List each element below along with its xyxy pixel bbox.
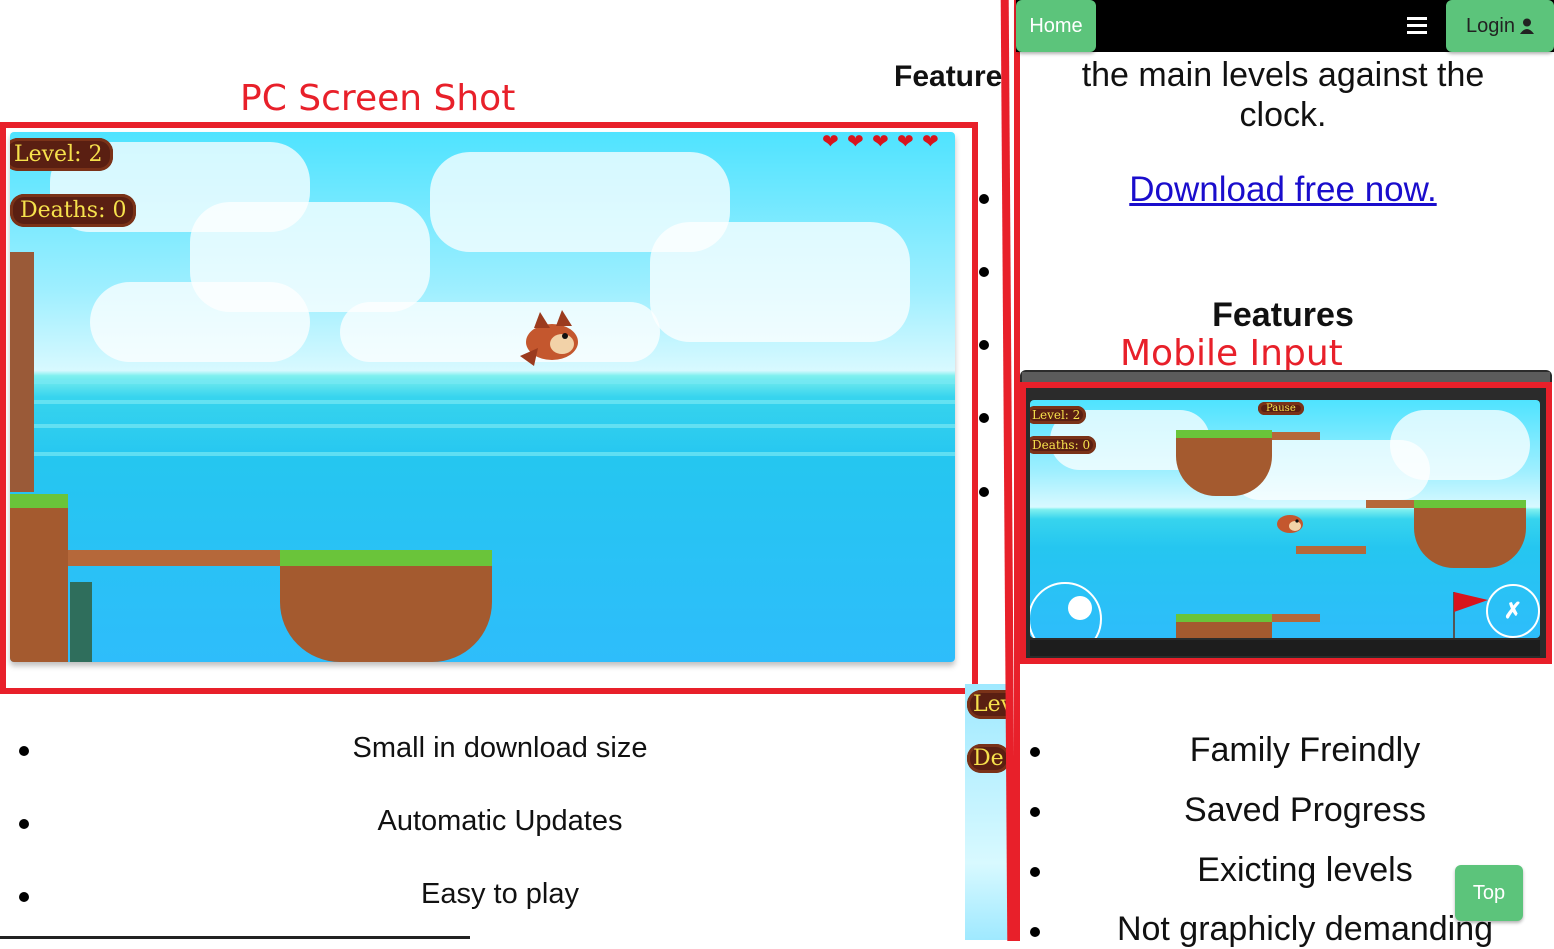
bullet-dot (979, 487, 989, 497)
bullet-dot (1030, 867, 1040, 877)
divider-line (0, 936, 470, 939)
list-item: Small in download size (352, 732, 648, 764)
window-titlebar (1022, 372, 1550, 382)
list-item: Saved Progress (1184, 791, 1426, 829)
back-to-top-button[interactable]: Top (1455, 865, 1523, 921)
hamburger-icon[interactable] (1407, 17, 1427, 35)
level-sign-partial: Lev (967, 690, 1010, 719)
list-item: Automatic Updates (377, 805, 623, 837)
user-icon (1519, 18, 1534, 34)
login-button[interactable]: Login (1446, 0, 1554, 52)
pc-screenshot-highlight-frame (0, 122, 978, 694)
intro-text: the main levels against the clock. (1081, 56, 1485, 134)
download-link[interactable]: Download free now. (1040, 170, 1526, 210)
partial-game-screenshot: Lev De (965, 684, 1010, 940)
bullet-dot (979, 194, 989, 204)
list-item: Family Freindly (1189, 731, 1421, 769)
features-heading-partial: Feature (894, 60, 1003, 93)
login-label: Login (1466, 14, 1515, 37)
bullet-dot (1030, 927, 1040, 937)
mobile-input-caption: Mobile Input (1120, 333, 1343, 374)
bullet-dot (979, 413, 989, 423)
home-button[interactable]: Home (1016, 0, 1096, 52)
bullet-dot (1030, 807, 1040, 817)
bullet-dot (979, 267, 989, 277)
deaths-sign-partial: De (967, 744, 1010, 773)
bullet-dot (1030, 747, 1040, 757)
mobile-screenshot-highlight-frame (1020, 382, 1552, 664)
pc-screenshot-caption: PC Screen Shot (240, 78, 516, 119)
list-item: Easy to play (421, 878, 579, 910)
bullet-dot (979, 340, 989, 350)
features-heading: Features (1212, 296, 1354, 334)
